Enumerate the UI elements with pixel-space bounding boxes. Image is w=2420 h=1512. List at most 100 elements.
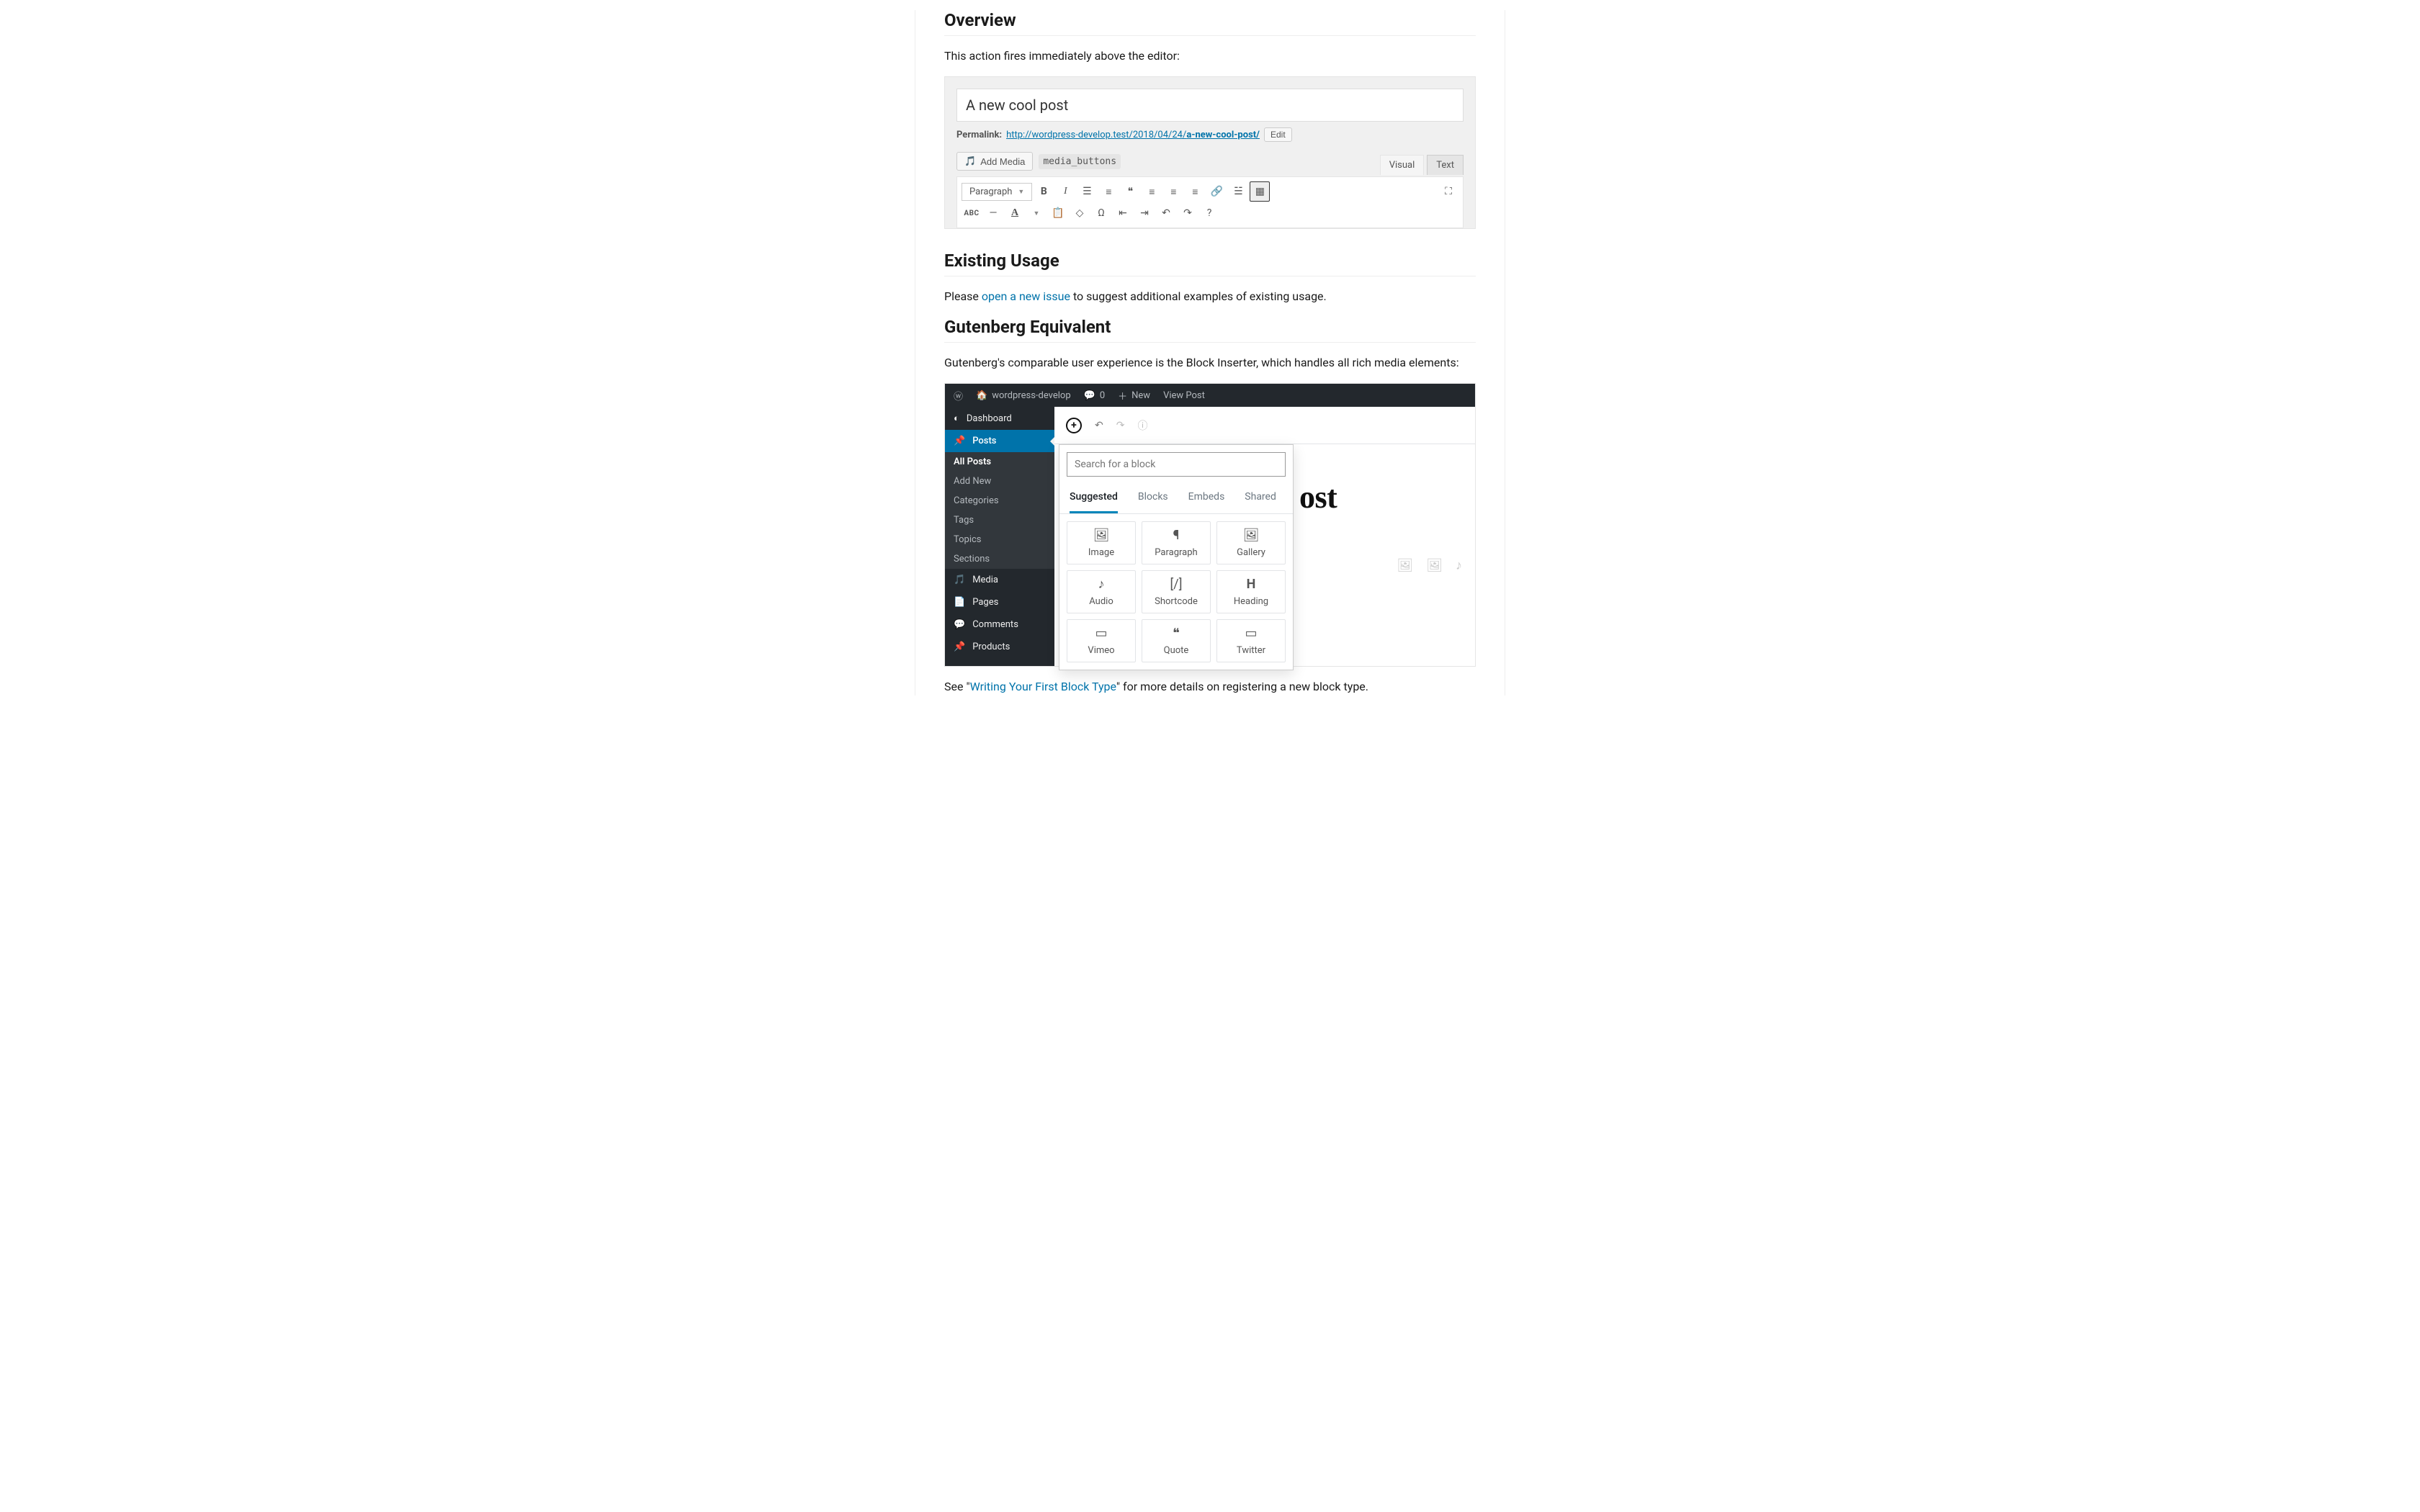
align-center-icon[interactable]: ≡ — [1163, 181, 1183, 202]
paste-text-icon[interactable]: 📋 — [1048, 203, 1068, 223]
clear-formatting-icon[interactable]: ◇ — [1070, 203, 1090, 223]
block-paragraph-label: Paragraph — [1155, 547, 1197, 558]
text-color-icon[interactable]: A — [1005, 203, 1025, 223]
view-post-link[interactable]: View Post — [1163, 390, 1205, 401]
text-color-dropdown-icon[interactable]: ▼ — [1026, 203, 1047, 223]
redo-icon[interactable]: ↷ — [1178, 203, 1198, 223]
page-content: Overview This action fires immediately a… — [915, 10, 1505, 696]
align-left-icon[interactable]: ≡ — [1142, 181, 1162, 202]
products-icon: 📌 — [954, 642, 965, 652]
block-heading-label: Heading — [1234, 596, 1268, 607]
bullet-list-icon[interactable]: ☰ — [1077, 181, 1097, 202]
bold-icon[interactable]: B — [1034, 181, 1054, 202]
submenu-tags[interactable]: Tags — [945, 510, 1054, 530]
sidebar-item-products[interactable]: 📌 Products — [945, 636, 1054, 658]
sidebar-item-comments[interactable]: 💬 Comments — [945, 613, 1054, 636]
block-paragraph[interactable]: ¶Paragraph — [1142, 521, 1211, 564]
twitter-icon: ▭ — [1245, 626, 1257, 641]
block-image[interactable]: 🖼 Image — [1067, 521, 1136, 564]
tab-embeds[interactable]: Embeds — [1188, 484, 1225, 513]
submenu-categories[interactable]: Categories — [945, 491, 1054, 510]
submenu-sections[interactable]: Sections — [945, 549, 1054, 569]
tab-visual[interactable]: Visual — [1380, 155, 1425, 175]
tab-text[interactable]: Text — [1427, 155, 1464, 175]
image-icon: 🖼 — [1093, 528, 1110, 543]
undo-icon[interactable]: ↶ — [1156, 203, 1176, 223]
hook-name-tag: media_buttons — [1039, 154, 1121, 169]
post-title-input[interactable] — [956, 89, 1464, 122]
existing-usage-heading: Existing Usage — [944, 251, 1476, 276]
add-media-label: Add Media — [980, 156, 1025, 167]
posts-submenu: All Posts Add New Categories Tags Topics… — [945, 452, 1054, 569]
read-more-icon[interactable]: ☱ — [1228, 181, 1248, 202]
block-quote[interactable]: ❝Quote — [1142, 619, 1211, 662]
gutenberg-screenshot: ⓦ 🏠 wordpress-develop 💬 0 ＋ New View Pos… — [944, 383, 1476, 667]
block-search-input[interactable] — [1067, 452, 1286, 477]
comments-count: 0 — [1100, 390, 1105, 401]
help-icon[interactable]: ? — [1199, 203, 1219, 223]
submenu-topics[interactable]: Topics — [945, 530, 1054, 549]
italic-icon[interactable]: I — [1055, 181, 1075, 202]
classic-editor-screenshot: Permalink: http://wordpress-develop.test… — [944, 76, 1476, 229]
block-vimeo-label: Vimeo — [1088, 645, 1114, 656]
gutenberg-text: Gutenberg's comparable user experience i… — [944, 354, 1476, 372]
sidebar-item-posts[interactable]: 📌 Posts — [945, 430, 1054, 452]
plus-icon: ＋ — [1118, 389, 1127, 402]
audio-icon: ♪ — [1098, 577, 1105, 592]
horizontal-rule-icon[interactable]: — — [983, 203, 1003, 223]
info-icon[interactable]: ⓘ — [1137, 418, 1147, 433]
tab-suggested[interactable]: Suggested — [1070, 484, 1118, 513]
page-icon: 📄 — [954, 597, 965, 608]
strikethrough-icon[interactable]: ABC — [962, 203, 982, 223]
vimeo-icon: ▭ — [1095, 626, 1107, 641]
sidebar-item-media[interactable]: 🎵 Media — [945, 569, 1054, 591]
block-audio[interactable]: ♪Audio — [1067, 570, 1136, 613]
block-heading[interactable]: HHeading — [1216, 570, 1286, 613]
add-media-button[interactable]: 🎵 Add Media — [956, 152, 1033, 171]
sidebar-item-dashboard[interactable]: ◐ Dashboard — [945, 407, 1054, 430]
chevron-down-icon: ▼ — [1018, 188, 1024, 196]
block-twitter[interactable]: ▭Twitter — [1216, 619, 1286, 662]
pin-icon: 📌 — [954, 436, 965, 446]
submenu-all-posts[interactable]: All Posts — [945, 452, 1054, 472]
block-inserter-button[interactable]: + — [1066, 418, 1082, 433]
tab-blocks[interactable]: Blocks — [1138, 484, 1168, 513]
block-shortcode[interactable]: [/]Shortcode — [1142, 570, 1211, 613]
dashboard-label: Dashboard — [967, 413, 1012, 424]
edit-permalink-button[interactable]: Edit — [1264, 127, 1292, 142]
first-block-type-link[interactable]: Writing Your First Block Type — [970, 680, 1116, 693]
new-content-link[interactable]: ＋ New — [1118, 389, 1150, 402]
undo-icon[interactable]: ↶ — [1095, 420, 1103, 431]
indent-icon[interactable]: ⇥ — [1134, 203, 1155, 223]
placeholder-image-icon: 🖼 — [1397, 558, 1413, 573]
redo-icon[interactable]: ↷ — [1116, 420, 1125, 431]
special-char-icon[interactable]: Ω — [1091, 203, 1111, 223]
media-icon: 🎵 — [964, 156, 976, 167]
canvas-placeholder-icons: 🖼 🖼 ♪ — [1397, 558, 1462, 573]
block-image-label: Image — [1088, 547, 1114, 558]
inserter-tabs: Suggested Blocks Embeds Shared — [1059, 484, 1293, 514]
fullscreen-icon[interactable]: ⛶ — [1438, 181, 1458, 202]
footnote-suffix: " for more details on registering a new … — [1116, 680, 1368, 693]
numbered-list-icon[interactable]: ≡ — [1098, 181, 1119, 202]
submenu-add-new[interactable]: Add New — [945, 472, 1054, 491]
tab-shared[interactable]: Shared — [1245, 484, 1276, 513]
comments-link[interactable]: 💬 0 — [1084, 390, 1106, 401]
block-gallery[interactable]: 🖼Gallery — [1216, 521, 1286, 564]
canvas-post-title-fragment: ost — [1299, 479, 1337, 516]
products-label: Products — [972, 642, 1010, 652]
wp-logo-icon[interactable]: ⓦ — [954, 389, 963, 402]
open-issue-link[interactable]: open a new issue — [982, 289, 1070, 303]
permalink-label: Permalink: — [956, 130, 1002, 140]
permalink-url[interactable]: http://wordpress-develop.test/2018/04/24… — [1006, 130, 1260, 140]
block-vimeo[interactable]: ▭ Vimeo — [1067, 619, 1136, 662]
outdent-icon[interactable]: ⇤ — [1113, 203, 1133, 223]
link-icon[interactable]: 🔗 — [1206, 181, 1227, 202]
sidebar-item-pages[interactable]: 📄 Pages — [945, 591, 1054, 613]
blockquote-icon[interactable]: ❝ — [1120, 181, 1140, 202]
align-right-icon[interactable]: ≡ — [1185, 181, 1205, 202]
toolbar-toggle-icon[interactable]: ▦ — [1250, 181, 1270, 202]
footnote-text: See "Writing Your First Block Type" for … — [944, 678, 1476, 696]
site-home-link[interactable]: 🏠 wordpress-develop — [976, 390, 1071, 401]
format-select[interactable]: Paragraph ▼ — [962, 183, 1032, 201]
